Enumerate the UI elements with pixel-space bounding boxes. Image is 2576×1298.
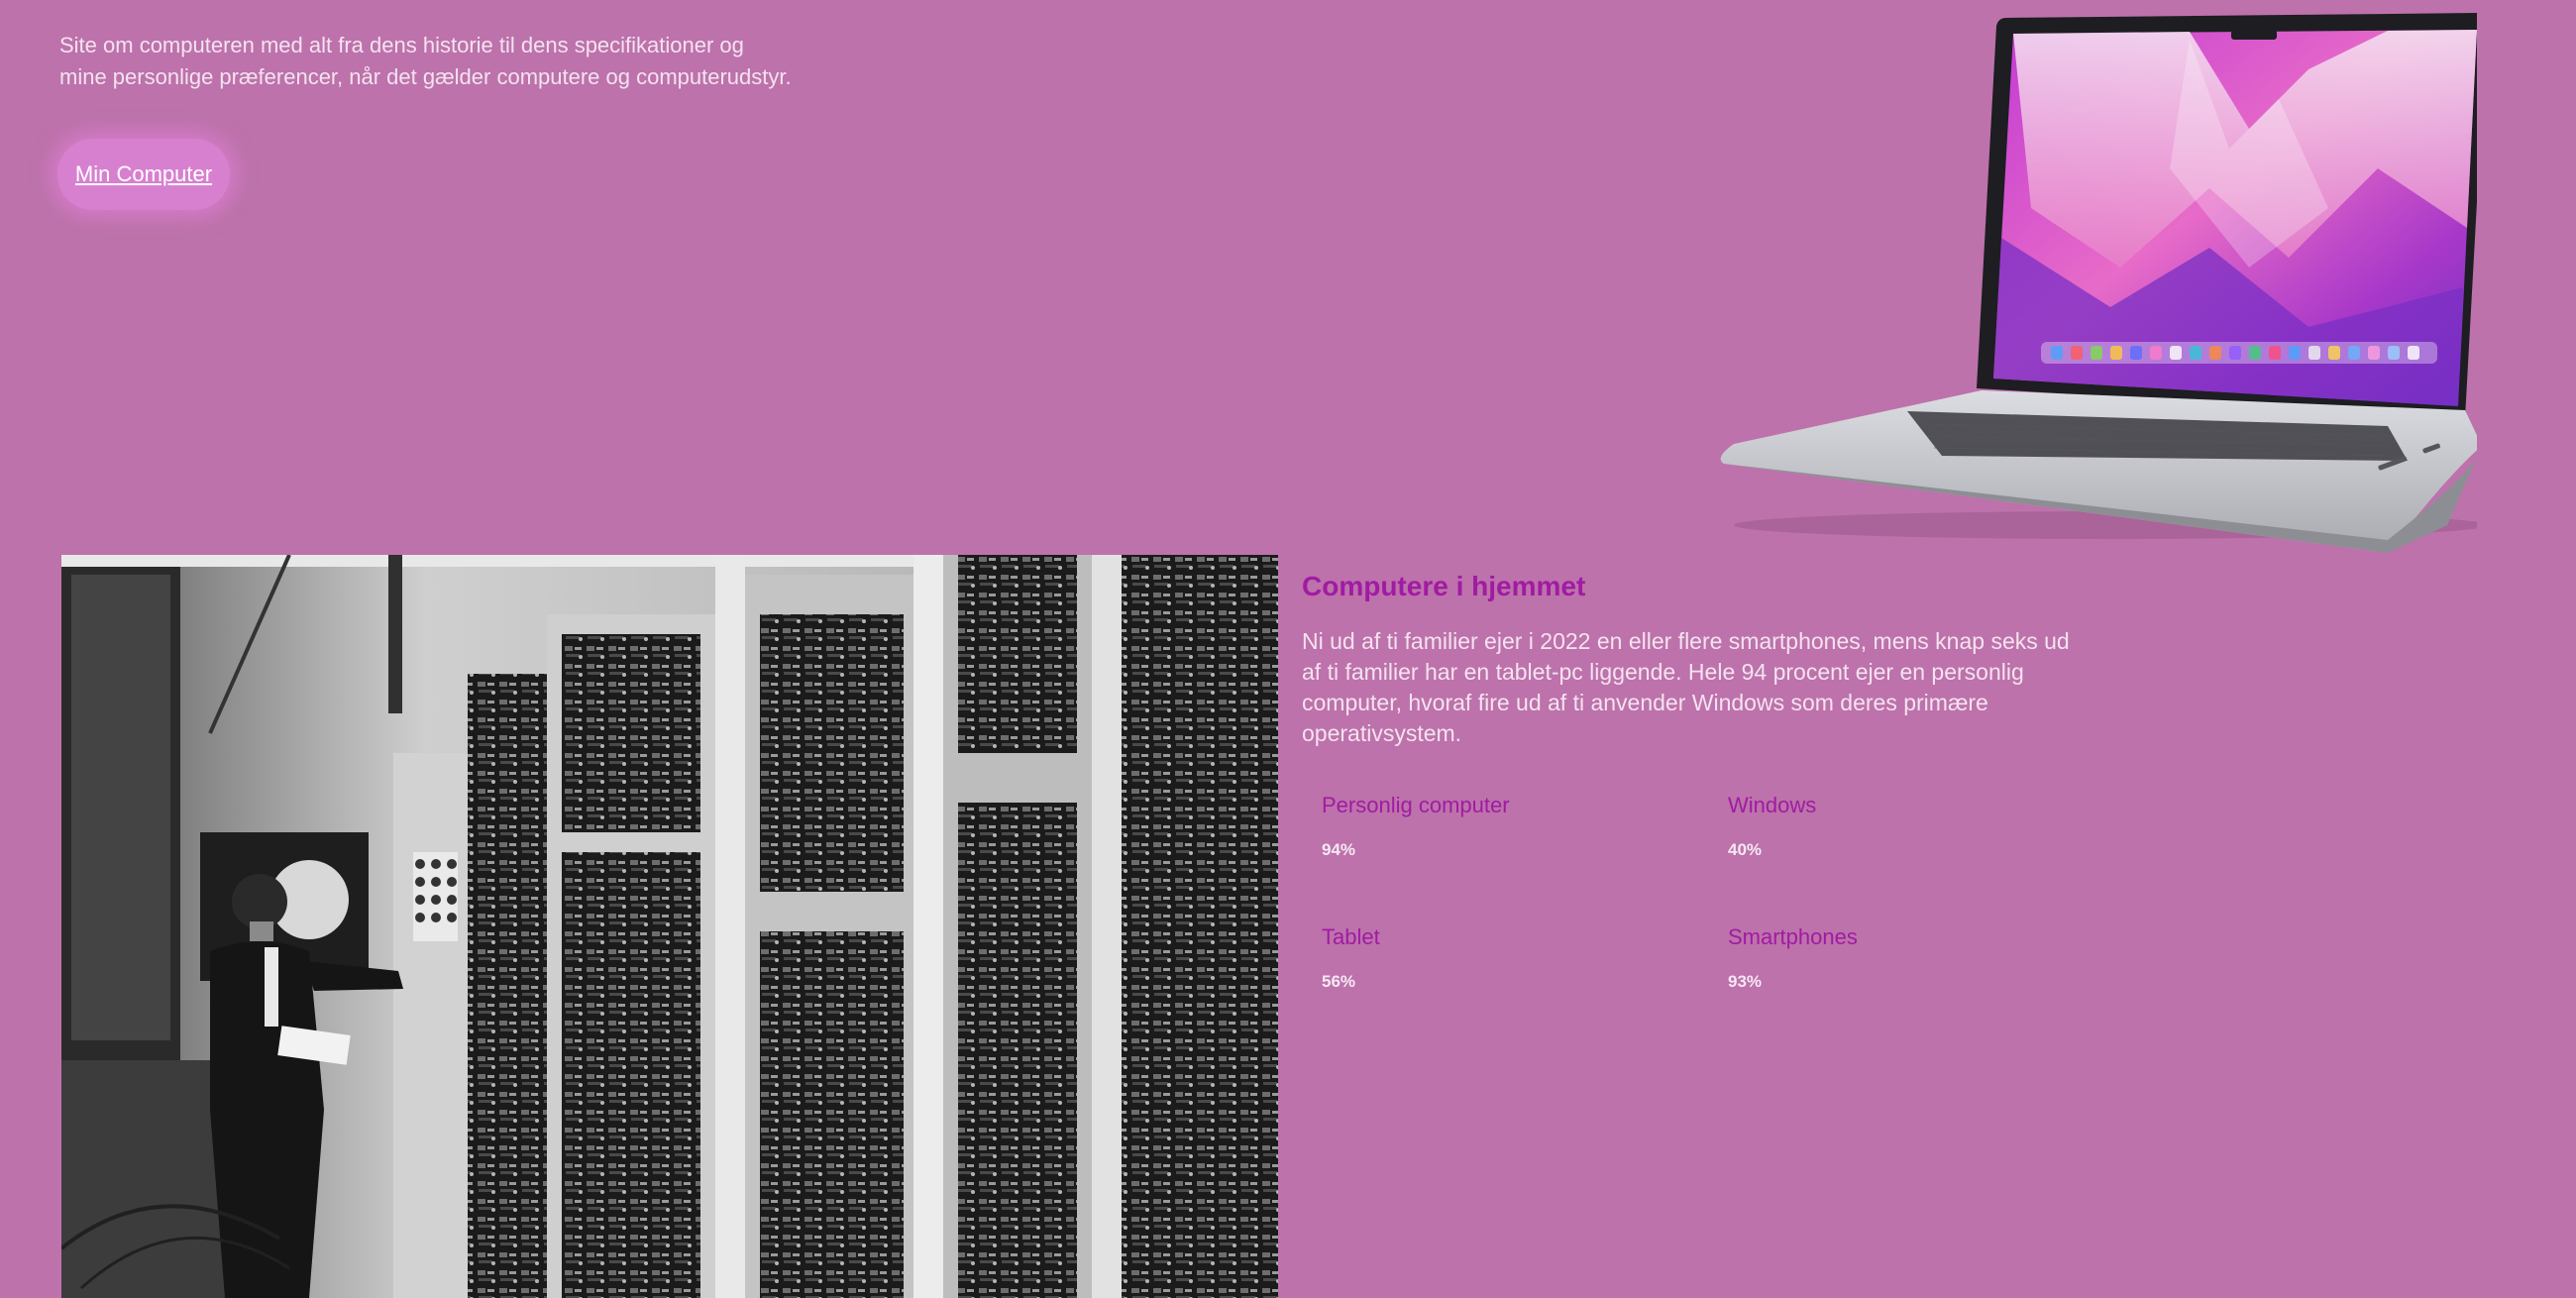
section-body: Ni ud af ti familier ejer i 2022 en elle… bbox=[1302, 628, 2070, 746]
min-computer-button[interactable]: Min Computer bbox=[57, 139, 230, 210]
stat-windows: Windows 40% bbox=[1728, 793, 2104, 860]
stat-value: 40% bbox=[1728, 840, 1763, 859]
stat-value: 94% bbox=[1322, 840, 1356, 859]
stat-label: Personlig computer bbox=[1322, 793, 1510, 817]
intro-line-1: Site om computeren med alt fra dens hist… bbox=[59, 33, 744, 57]
stat-value: 93% bbox=[1728, 972, 1763, 991]
mainframe-computer-photo bbox=[61, 555, 1278, 1298]
stat-tablet: Tablet 56% bbox=[1322, 924, 1698, 992]
stat-label: Smartphones bbox=[1728, 924, 1858, 949]
stat-personal-computer: Personlig computer 94% bbox=[1322, 793, 1698, 860]
stat-value: 56% bbox=[1322, 972, 1356, 991]
section-title: Computere i hjemmet bbox=[1302, 571, 1586, 601]
stat-smartphones: Smartphones 93% bbox=[1728, 924, 2104, 992]
stat-label: Windows bbox=[1728, 793, 1817, 817]
intro-line-2: mine personlige præferencer, når det gæl… bbox=[59, 64, 792, 89]
intro-text: Site om computeren med alt fra dens hist… bbox=[59, 30, 872, 93]
stat-label: Tablet bbox=[1322, 924, 1380, 949]
laptop-image bbox=[1694, 10, 2488, 555]
